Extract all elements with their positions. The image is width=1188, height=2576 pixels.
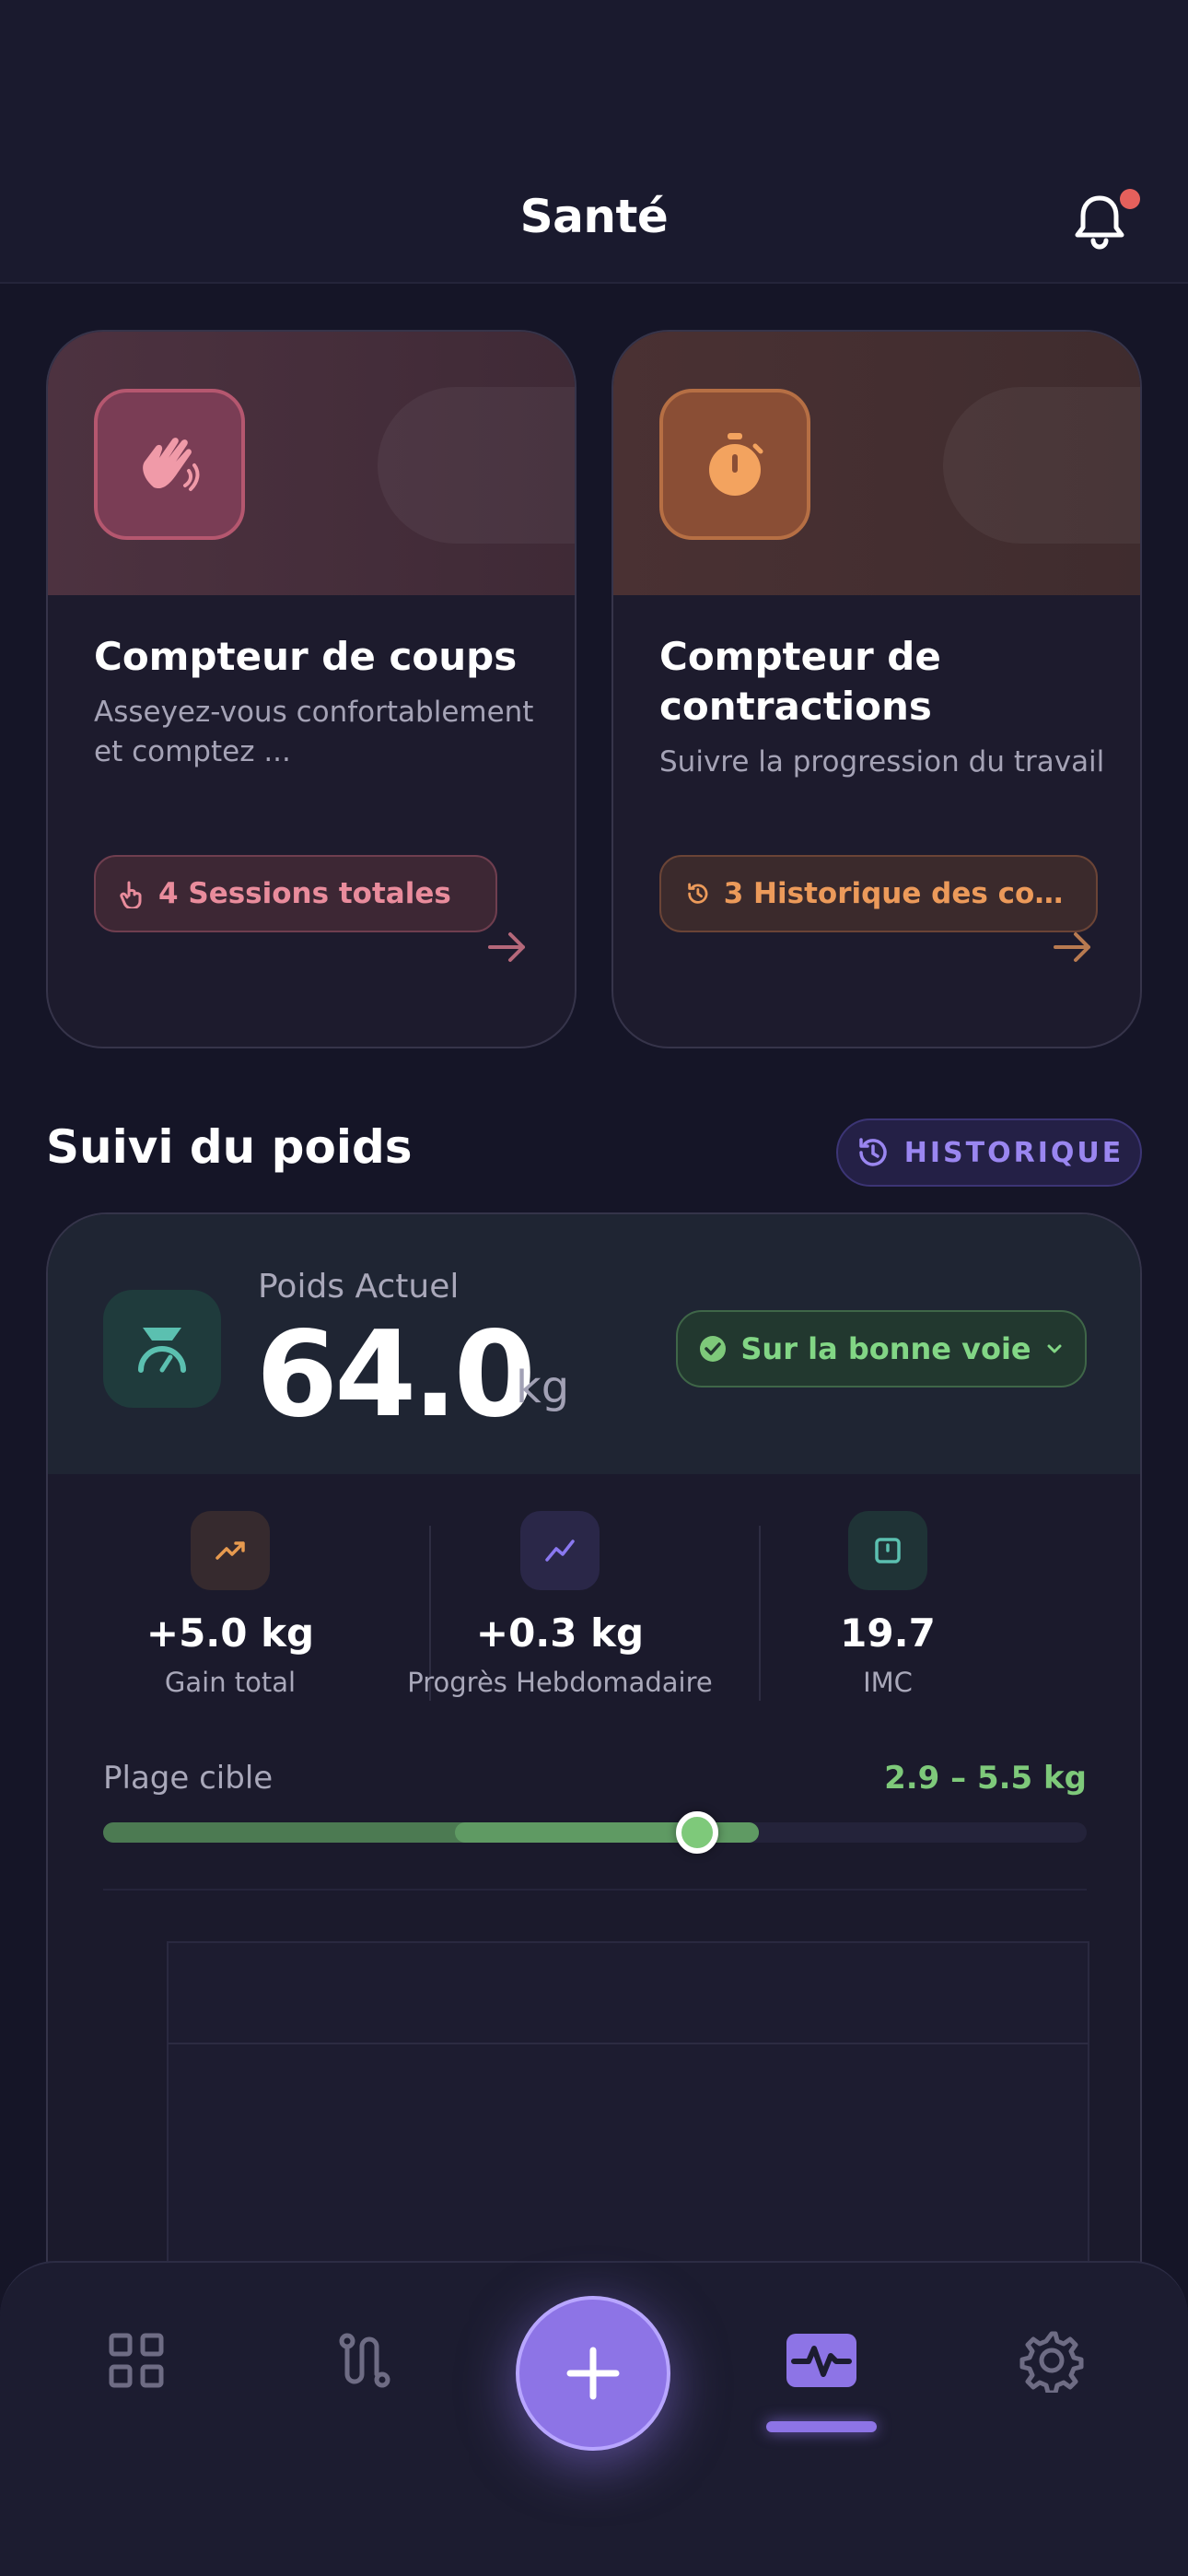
finger-tap-icon	[120, 881, 142, 908]
sessions-pill[interactable]: 4 Sessions totales	[94, 855, 497, 932]
history-icon	[688, 883, 708, 904]
arrow-right-icon[interactable]	[1050, 929, 1096, 969]
current-weight-label: Poids Actuel	[258, 1268, 460, 1306]
dashboard-icon[interactable]	[99, 2324, 173, 2397]
stat-weekly-progress: +0.3 kg Progrès Hebdomadaire	[396, 1511, 724, 1698]
stat-label: Progrès Hebdomadaire	[407, 1667, 713, 1698]
status-badge[interactable]: Sur la bonne voie	[676, 1310, 1087, 1388]
add-icon	[566, 2347, 620, 2400]
stat-bmi: 19.7 IMC	[724, 1511, 1052, 1698]
card-title: Compteur de coups	[94, 634, 518, 679]
card-subtitle: Suivre la progression du travail	[659, 745, 1105, 779]
history-pill[interactable]: 3 Historique des cont...	[659, 855, 1098, 932]
add-button[interactable]	[516, 2296, 670, 2451]
stat-label: IMC	[863, 1667, 913, 1698]
section-title: Suivi du poids	[46, 1120, 413, 1174]
chevron-down-icon	[1047, 1344, 1062, 1353]
current-weight-value: 64.0	[256, 1306, 536, 1444]
history-icon	[859, 1138, 887, 1166]
card-title: Compteur de contractions	[659, 634, 941, 729]
stat-value: +0.3 kg	[475, 1610, 645, 1656]
sessions-label: 4 Sessions totales	[158, 877, 451, 910]
trending-up-icon	[191, 1511, 270, 1590]
chart-line-icon	[520, 1511, 600, 1590]
stat-label: Gain total	[164, 1667, 297, 1698]
arrow-right-icon[interactable]	[484, 929, 530, 969]
stat-value: +5.0 kg	[146, 1610, 315, 1656]
route-icon[interactable]	[328, 2324, 402, 2397]
notification-badge	[1120, 189, 1140, 209]
history-button-label: HISTORIQUE	[903, 1136, 1124, 1169]
stopwatch-icon	[659, 389, 810, 540]
stat-total-gain: +5.0 kg Gain total	[66, 1511, 394, 1698]
check-circle-icon	[700, 1336, 727, 1362]
card-subtitle: Asseyez-vous confortablement et comptez …	[94, 696, 534, 768]
stat-value: 19.7	[840, 1610, 936, 1656]
divider	[103, 1889, 1087, 1891]
active-tab-indicator	[766, 2421, 877, 2432]
range-value: 2.9 – 5.5 kg	[884, 1760, 1087, 1797]
scale-square-icon	[848, 1511, 927, 1590]
health-icon[interactable]	[785, 2324, 858, 2397]
page-title: Santé	[519, 190, 669, 243]
range-label: Plage cible	[103, 1760, 274, 1797]
hand-wave-icon	[94, 389, 245, 540]
history-button[interactable]: HISTORIQUE	[836, 1118, 1142, 1187]
weight-unit: kg	[516, 1362, 570, 1413]
settings-icon[interactable]	[1015, 2324, 1089, 2397]
range-knob	[676, 1811, 718, 1854]
status-label: Sur la bonne voie	[740, 1331, 1031, 1366]
scale-icon	[103, 1290, 221, 1408]
history-label: 3 Historique des cont...	[723, 877, 1072, 910]
